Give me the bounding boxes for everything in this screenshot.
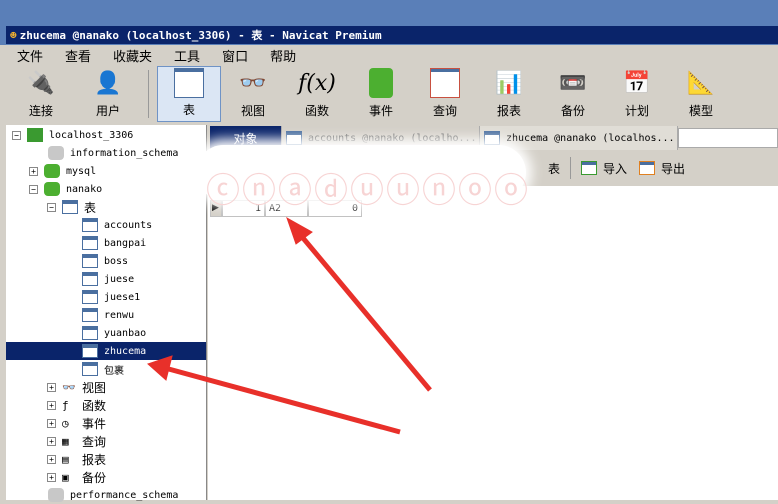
menu-favorites[interactable]: 收藏夹: [102, 46, 163, 65]
report-icon: 📊: [495, 70, 523, 96]
tree-group-item[interactable]: + ƒ 函数: [6, 396, 206, 414]
function-icon: f(x): [298, 70, 336, 96]
backup-icon: ▣: [62, 470, 69, 484]
watermark-overlay: ⓒⓝⓐⓓⓤⓤⓝⓞⓞ: [196, 145, 528, 211]
collapse-icon[interactable]: −: [47, 202, 56, 212]
menu-view[interactable]: 查看: [54, 46, 102, 65]
report-icon: ▤: [62, 452, 69, 466]
tree-table-item[interactable]: yuanbao: [6, 324, 206, 342]
function-icon: ƒ: [62, 398, 69, 412]
database-icon: [48, 146, 64, 160]
backup-icon: 📼: [559, 70, 587, 96]
table-button[interactable]: 表: [157, 66, 221, 122]
table-icon: [82, 362, 98, 376]
user-icon: 👤: [94, 70, 122, 96]
table-icon: [82, 272, 98, 286]
expand-icon[interactable]: +: [47, 436, 56, 446]
table-icon: [82, 344, 98, 358]
query-icon: [428, 66, 462, 100]
tab-empty-area: [678, 128, 778, 148]
tree-table-item[interactable]: juese: [6, 270, 206, 288]
tree-table-item[interactable]: 包裹: [6, 360, 206, 378]
expand-icon[interactable]: +: [47, 382, 56, 392]
main-toolbar: 🔌 连接 👤 用户 表 👓 视图 f(x) 函数 事件 查询 📊 报表 📼 备份 📅 计划 📐…: [6, 66, 778, 124]
expand-icon[interactable]: +: [47, 454, 56, 464]
query-icon: ▦: [62, 434, 69, 448]
model-icon: 📐: [687, 70, 715, 96]
menu-window[interactable]: 窗口: [211, 46, 259, 65]
title-bar: ☻ zhucema @nanako (localhost_3306) - 表 - …: [0, 0, 778, 45]
table-icon: [82, 218, 98, 232]
table-icon: [62, 200, 78, 214]
tree-tables-group[interactable]: − 表: [6, 198, 206, 216]
event-icon: [364, 66, 398, 100]
database-icon: [44, 164, 60, 178]
watermark-text: ⓒⓝⓐⓓⓤⓤⓝⓞⓞ: [206, 171, 530, 211]
tree-group-item[interactable]: + ▤ 报表: [6, 450, 206, 468]
view-icon: 👓: [239, 70, 267, 96]
table-icon: [82, 236, 98, 250]
tree-group-item[interactable]: + 👓 视图: [6, 378, 206, 396]
report-button[interactable]: 📊 报表: [477, 66, 541, 122]
tree-table-item[interactable]: juese1: [6, 288, 206, 306]
navicat-logo-icon: ☻: [10, 28, 17, 42]
connection-tree[interactable]: − localhost_3306 information_schema + mysq…: [6, 125, 207, 502]
table-icon: [82, 290, 98, 304]
menu-bar: 文件 查看 收藏夹 工具 窗口 帮助: [6, 45, 778, 66]
tree-table-item[interactable]: bangpai: [6, 234, 206, 252]
table-icon: [172, 67, 206, 99]
menu-file[interactable]: 文件: [6, 46, 54, 65]
event-button[interactable]: 事件: [349, 66, 413, 122]
schedule-icon: 📅: [623, 70, 651, 96]
schedule-button[interactable]: 📅 计划: [605, 66, 669, 122]
table-icon: [82, 254, 98, 268]
expand-icon[interactable]: +: [29, 166, 38, 176]
expand-icon[interactable]: +: [47, 400, 56, 410]
menu-tools[interactable]: 工具: [163, 46, 211, 65]
window-title: zhucema @nanako (localhost_3306) - 表 - N…: [19, 29, 382, 42]
table-icon: [286, 131, 302, 145]
tree-connection[interactable]: − localhost_3306: [6, 126, 206, 144]
tree-db-performance-schema[interactable]: performance_schema: [6, 486, 206, 504]
table-icon: [82, 326, 98, 340]
tree-table-item[interactable]: boss: [6, 252, 206, 270]
glasses-icon: 👓: [62, 380, 76, 394]
tree-table-item[interactable]: zhucema: [6, 342, 206, 360]
import-icon: [581, 161, 598, 175]
plug-icon: 🔌: [27, 70, 55, 96]
tree-table-item[interactable]: accounts: [6, 216, 206, 234]
collapse-icon[interactable]: −: [29, 184, 38, 194]
menu-help[interactable]: 帮助: [259, 46, 307, 65]
toolbar-divider: [570, 157, 572, 179]
toolbar-divider: [148, 70, 149, 118]
expand-icon[interactable]: +: [47, 472, 56, 482]
connection-icon: [27, 128, 43, 142]
query-button[interactable]: 查询: [413, 66, 477, 122]
tree-table-item[interactable]: renwu: [6, 306, 206, 324]
backup-button[interactable]: 📼 备份: [541, 66, 605, 122]
export-button[interactable]: 导出: [639, 160, 685, 177]
tree-group-item[interactable]: + ▦ 查询: [6, 432, 206, 450]
tree-db-nanako[interactable]: − nanako: [6, 180, 206, 198]
import-button[interactable]: 导入: [581, 160, 627, 177]
tree-group-item[interactable]: + ◷ 事件: [6, 414, 206, 432]
table-icon: [484, 131, 500, 145]
event-icon: ◷: [62, 416, 69, 430]
export-icon: [639, 161, 656, 175]
connect-button[interactable]: 🔌 连接: [6, 66, 76, 122]
database-icon: [44, 182, 60, 196]
view-button[interactable]: 👓 视图: [221, 66, 285, 122]
user-button[interactable]: 👤 用户: [76, 66, 140, 122]
tree-db-mysql[interactable]: + mysql: [6, 162, 206, 180]
expand-icon[interactable]: +: [47, 418, 56, 428]
tree-db-information-schema[interactable]: information_schema: [6, 144, 206, 162]
collapse-icon[interactable]: −: [12, 130, 21, 140]
table-icon: [82, 308, 98, 322]
tree-group-item[interactable]: + ▣ 备份: [6, 468, 206, 486]
function-button[interactable]: f(x) 函数: [285, 66, 349, 122]
obscured-button-label[interactable]: 表: [548, 160, 560, 177]
model-button[interactable]: 📐 模型: [669, 66, 733, 122]
